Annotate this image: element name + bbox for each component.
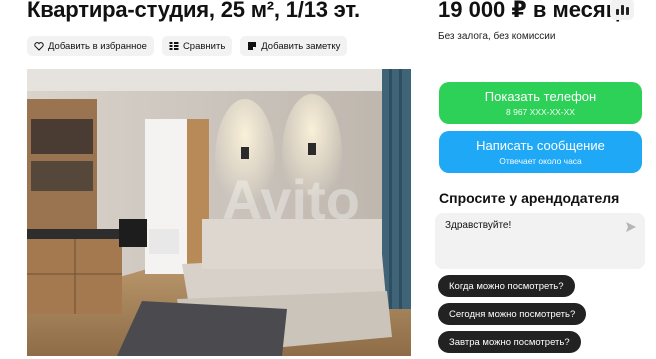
listing-price: 19 000 ₽ в месяц bbox=[438, 0, 620, 22]
write-message-button[interactable]: Написать сообщение Отвечает около часа bbox=[439, 131, 642, 173]
compare-icon bbox=[169, 42, 179, 50]
message-input-value: Здравствуйте! bbox=[445, 220, 512, 231]
compare-label: Сравнить bbox=[182, 40, 226, 52]
quick-question-chip[interactable]: Сегодня можно посмотреть? bbox=[438, 303, 587, 325]
ask-heading: Спросите у арендодателя bbox=[439, 190, 620, 206]
listing-actions: Добавить в избранное Сравнить Добавить з… bbox=[27, 36, 348, 56]
reply-time: Отвечает около часа bbox=[499, 156, 582, 166]
write-message-label: Написать сообщение bbox=[476, 138, 605, 153]
phone-masked: 8 967 XXX-XX-XX bbox=[506, 107, 575, 117]
price-history-button[interactable] bbox=[610, 0, 634, 20]
add-to-favorites-button[interactable]: Добавить в избранное bbox=[27, 36, 154, 56]
add-note-label: Добавить заметку bbox=[261, 40, 341, 52]
add-to-favorites-label: Добавить в избранное bbox=[48, 40, 147, 52]
bar-chart-icon bbox=[625, 7, 629, 15]
add-note-button[interactable]: Добавить заметку bbox=[240, 36, 348, 56]
show-phone-button[interactable]: Показать телефон 8 967 XXX-XX-XX bbox=[439, 82, 642, 124]
watermark-text: Avito bbox=[222, 168, 360, 231]
message-input[interactable]: Здравствуйте! bbox=[435, 213, 645, 269]
note-icon bbox=[248, 42, 257, 50]
deposit-terms: Без залога, без комиссии bbox=[438, 31, 556, 42]
heart-icon bbox=[34, 42, 44, 51]
compare-button[interactable]: Сравнить bbox=[161, 36, 233, 56]
listing-title: Квартира-студия, 25 м², 1/13 эт. bbox=[27, 0, 360, 22]
quick-question-chip[interactable]: Завтра можно посмотреть? bbox=[438, 331, 581, 353]
bar-chart-icon bbox=[615, 9, 619, 15]
bar-chart-icon bbox=[620, 5, 624, 15]
show-phone-label: Показать телефон bbox=[484, 89, 597, 104]
send-icon[interactable] bbox=[625, 221, 637, 233]
quick-question-chip[interactable]: Когда можно посмотреть? bbox=[438, 275, 575, 297]
room-photo: Avito bbox=[27, 69, 411, 356]
listing-photo[interactable]: Avito bbox=[27, 69, 411, 356]
